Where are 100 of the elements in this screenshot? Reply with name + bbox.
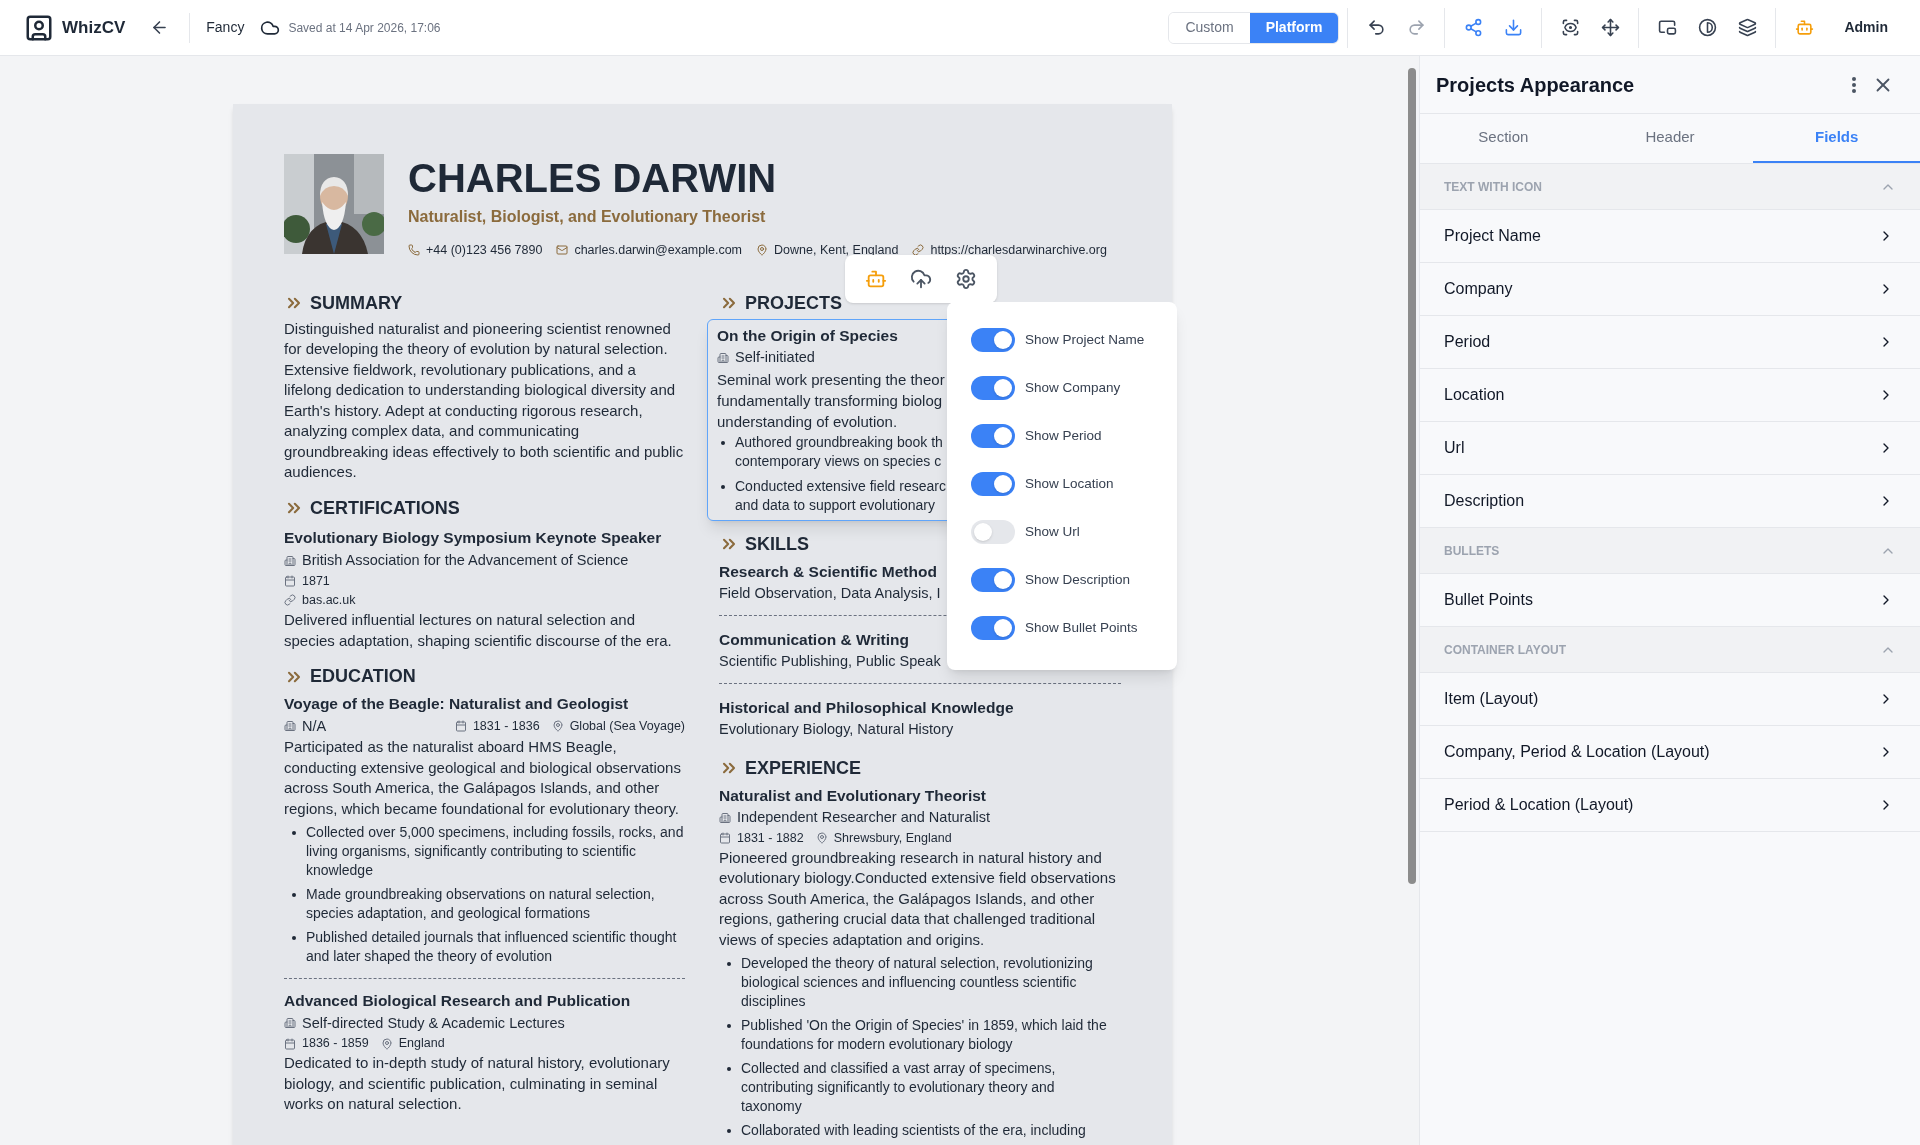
location-icon (551, 720, 564, 733)
bullet-icon (292, 893, 296, 898)
item-title: Advanced Biological Research and Publication (284, 991, 631, 1012)
item-description: Delivered influential lectures on natural selection and species adaptation, shaping scientific discourse of the era. (284, 610, 673, 651)
location: Shrewsbury, England (833, 829, 952, 847)
building-icon (284, 554, 296, 567)
field-item[interactable]: Project Name (1420, 210, 1920, 263)
panel-tab[interactable]: Header (1586, 114, 1754, 163)
redo-icon (1406, 18, 1426, 37)
upload-button[interactable] (910, 268, 932, 290)
section-heading: EXPERIENCE (745, 756, 862, 780)
settings-button[interactable] (955, 268, 978, 290)
field-item[interactable]: Company (1420, 263, 1920, 316)
skill-title: Communication & Writing (719, 629, 909, 650)
location-icon (815, 832, 828, 845)
bullet-icon (727, 1024, 731, 1028)
skill-title: Research & Scientific Method (719, 561, 937, 582)
contact-text: +44 (0)123 456 7890 (426, 242, 543, 259)
field-item[interactable]: Period (1420, 316, 1920, 369)
panel-title: Projects Appearance (1436, 72, 1635, 98)
bullet-text: Published 'On the Origin of Species' in 1859, which laid the foundations for modern evolutionary biology (741, 1016, 1108, 1054)
item-title: On the Origin of Species (717, 325, 898, 346)
toggle-label: Show Description (1025, 570, 1131, 589)
bullet-icon (292, 936, 296, 941)
robot-icon (1794, 18, 1814, 37)
bullet-icon (727, 1067, 731, 1071)
calendar-icon (284, 575, 296, 588)
bullet-icon (727, 1129, 731, 1133)
summary-text: Distinguished naturalist and pioneering scientist renowned for developing the theory of evolution by natural selection. Extensive fieldwork, revolutionary publications, and a lifelong dedication to understanding biological diversity and Earth's history. Adept at conducting rigorous research, analyzing complex data, and communicating groundbreaking ideas effectively to both scientific and public audiences. (284, 318, 685, 483)
user-name: Admin (1844, 18, 1888, 37)
item-description: Pioneered groundbreaking research in natural history and evolutionary biology.Conducted extensive field observations across South America, the Galápagos Islands, and other regions, gathering crucial data that challenged traditional views of species adaptation and origins. (719, 847, 1117, 950)
period: 1836 - 1859 (302, 1035, 369, 1053)
field-item[interactable]: Company, Period & Location (Layout) (1420, 726, 1920, 779)
toggle-label: Show Url (1025, 522, 1080, 541)
building-icon (284, 720, 296, 733)
brand-name: WhizCV (62, 16, 126, 39)
bullet-text: Collected over 5,000 specimens, including fossils, rocks, and living organisms, significantly contributing to scientific knowledge (306, 823, 685, 881)
move-icon (1600, 18, 1620, 37)
toggle-switch[interactable] (971, 520, 1015, 544)
mode-tab[interactable]: Platform (1249, 12, 1339, 43)
panel-tab[interactable]: Section (1420, 114, 1587, 163)
layout-icon (1657, 18, 1677, 37)
item-title: Evolutionary Biology Symposium Keynote Speaker (284, 527, 662, 548)
share-icon (1463, 18, 1483, 37)
bullet-icon (721, 440, 725, 445)
section-heading: SKILLS (745, 532, 809, 556)
organization: N/A (302, 716, 327, 736)
bullet-line: Conducted extensive field researc (735, 476, 946, 496)
company: Independent Researcher and Naturalist (737, 808, 991, 827)
email-icon (556, 244, 569, 257)
robot-icon (864, 268, 887, 290)
toggle-switch[interactable] (971, 376, 1015, 400)
contact-text: Downe, Kent, England (774, 242, 899, 259)
toggle-switch[interactable] (971, 424, 1015, 448)
location-icon (380, 1037, 393, 1050)
bullet-text: Developed the theory of natural selection, revolutionizing biological sciences and influencing countless scientific disciplines (741, 954, 1094, 1011)
save-status: Saved at 14 Apr 2026, 17:06 (288, 19, 441, 37)
bullet-icon (727, 962, 731, 966)
bullet-line: Authored groundbreaking book th (735, 432, 943, 452)
link-icon (284, 593, 296, 606)
toggle-switch[interactable] (971, 568, 1015, 592)
contrast-icon (1697, 18, 1717, 37)
calendar-icon (719, 832, 731, 845)
layers-icon (1737, 18, 1757, 37)
section-heading: SUMMARY (310, 291, 403, 315)
item-description: Participated as the naturalist aboard HMS Beagle, conducting extensive geological and biological observations across South America, the Galápagos Islands, and other regions, which became foundational for evolutionary theory. (284, 737, 682, 819)
download-icon (1503, 18, 1523, 37)
location: Global (Sea Voyage) (569, 718, 685, 735)
toggle-switch[interactable] (971, 616, 1015, 640)
url: bas.ac.uk (302, 591, 356, 609)
organization: Self-directed Study & Academic Lectures (302, 1013, 565, 1033)
description-line: Seminal work presenting the theor (717, 369, 945, 390)
undo-icon (1366, 18, 1386, 37)
field-item[interactable]: Location (1420, 369, 1920, 422)
contact-text: https://charlesdarwinarchive.org (930, 242, 1107, 259)
link-icon (912, 244, 925, 257)
description-line: understanding of evolution. (717, 411, 898, 432)
field-item[interactable]: Url (1420, 422, 1920, 475)
item-description: Dedicated to in-depth study of natural history, evolutionary biology, and scientific publication, culminating in seminal works on natural selection. (284, 1053, 671, 1114)
field-item[interactable]: Item (Layout) (1420, 673, 1920, 726)
toggle-switch[interactable] (971, 472, 1015, 496)
year: 1871 (302, 572, 330, 590)
skill-list: Scientific Publishing, Public Speak (719, 651, 941, 673)
toggle-label: Show Project Name (1025, 330, 1145, 349)
field-item[interactable]: Period & Location (Layout) (1420, 779, 1920, 832)
scrollbar[interactable] (1405, 56, 1419, 1145)
toggle-label: Show Bullet Points (1025, 618, 1138, 637)
phone-icon (408, 244, 420, 257)
section-heading: CERTIFICATIONS (310, 496, 460, 520)
description-line: fundamentally transforming biolog (717, 390, 943, 411)
resume-name: CHARLES DARWIN (408, 156, 778, 200)
more-icon (1852, 76, 1856, 93)
location: England (398, 1035, 445, 1053)
robot-button[interactable] (864, 268, 887, 290)
toggle-switch[interactable] (971, 328, 1015, 352)
calendar-icon (284, 1037, 296, 1050)
building-icon (717, 351, 729, 364)
item-title: Naturalist and Evolutionary Theorist (719, 785, 986, 806)
organization: British Association for the Advancement of Science (302, 551, 629, 570)
more-button[interactable] (1852, 76, 1856, 93)
